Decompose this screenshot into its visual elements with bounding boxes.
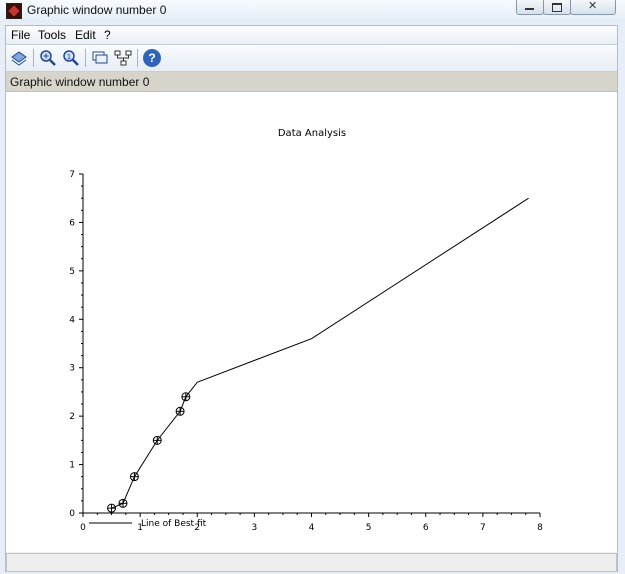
toolbar-separator	[33, 49, 34, 67]
x-tick-label: 7	[480, 523, 486, 533]
toolbar-separator	[137, 49, 138, 67]
menu-help[interactable]: ?	[104, 28, 111, 42]
chart-svg: Data Analysis 0 1 2 3 4 5 6 7 801234567 Line of …	[69, 128, 543, 533]
y-tick-label: 0	[69, 509, 75, 519]
info-text: Graphic window number 0	[10, 75, 150, 89]
x-tick-label: 4	[309, 523, 315, 533]
y-tick-label: 3	[69, 364, 75, 374]
x-tick-label: 8	[537, 523, 543, 533]
data-point-marker	[181, 392, 191, 402]
menu-tools[interactable]: Tools	[38, 28, 66, 42]
x-tick-label: 5	[366, 523, 372, 533]
y-tick-label: 7	[69, 170, 75, 180]
rotate-icon[interactable]	[10, 49, 28, 67]
help-icon[interactable]: ?	[143, 49, 161, 67]
data-point-marker	[152, 435, 162, 445]
zoom-in-icon[interactable]	[39, 49, 57, 67]
chart-legend: Line of Best fit	[89, 519, 207, 529]
minimize-button[interactable]	[516, 0, 544, 15]
menu-edit[interactable]: Edit	[75, 28, 96, 42]
chart-title: Data Analysis	[278, 128, 346, 139]
data-point-marker	[107, 503, 117, 513]
window-frame: File Tools Edit ? 1 ? Graphic window num…	[5, 25, 618, 572]
datatip-icon[interactable]	[91, 49, 109, 67]
y-tick-label: 1	[69, 461, 75, 471]
data-point-marker	[175, 406, 185, 416]
y-tick-label: 5	[69, 267, 75, 277]
svg-text:1: 1	[67, 53, 71, 61]
maximize-button[interactable]	[543, 0, 571, 15]
y-tick-label: 2	[69, 412, 75, 422]
data-point-marker	[129, 472, 139, 482]
y-tick-label: 4	[69, 315, 75, 325]
info-bar: Graphic window number 0	[6, 72, 617, 92]
window-title: Graphic window number 0	[27, 3, 167, 17]
plot-canvas[interactable]: Data Analysis 01234567801234567 Line of …	[6, 92, 617, 552]
plot-area	[107, 197, 529, 513]
window-titlebar[interactable]: Graphic window number 0	[0, 0, 625, 22]
scilab-app-icon	[6, 3, 22, 19]
legend-label: Line of Best fit	[141, 519, 207, 529]
close-button[interactable]	[570, 0, 616, 15]
series-line	[111, 197, 529, 509]
toolbar: 1 ?	[6, 45, 617, 72]
status-bar	[6, 553, 617, 572]
menu-file[interactable]: File	[11, 28, 30, 42]
chart-axes: 0 1 2 3 4 5 6 7 801234567	[69, 170, 543, 533]
y-tick-label: 6	[69, 218, 75, 228]
data-point-marker	[118, 498, 128, 508]
zoom-reset-icon[interactable]: 1	[62, 49, 80, 67]
x-tick-label: 0	[80, 523, 86, 533]
x-tick-label: 3	[252, 523, 258, 533]
toolbar-separator	[85, 49, 86, 67]
x-tick-label: 6	[423, 523, 429, 533]
editor-icon[interactable]	[114, 49, 132, 67]
menu-bar: File Tools Edit ?	[6, 26, 617, 45]
